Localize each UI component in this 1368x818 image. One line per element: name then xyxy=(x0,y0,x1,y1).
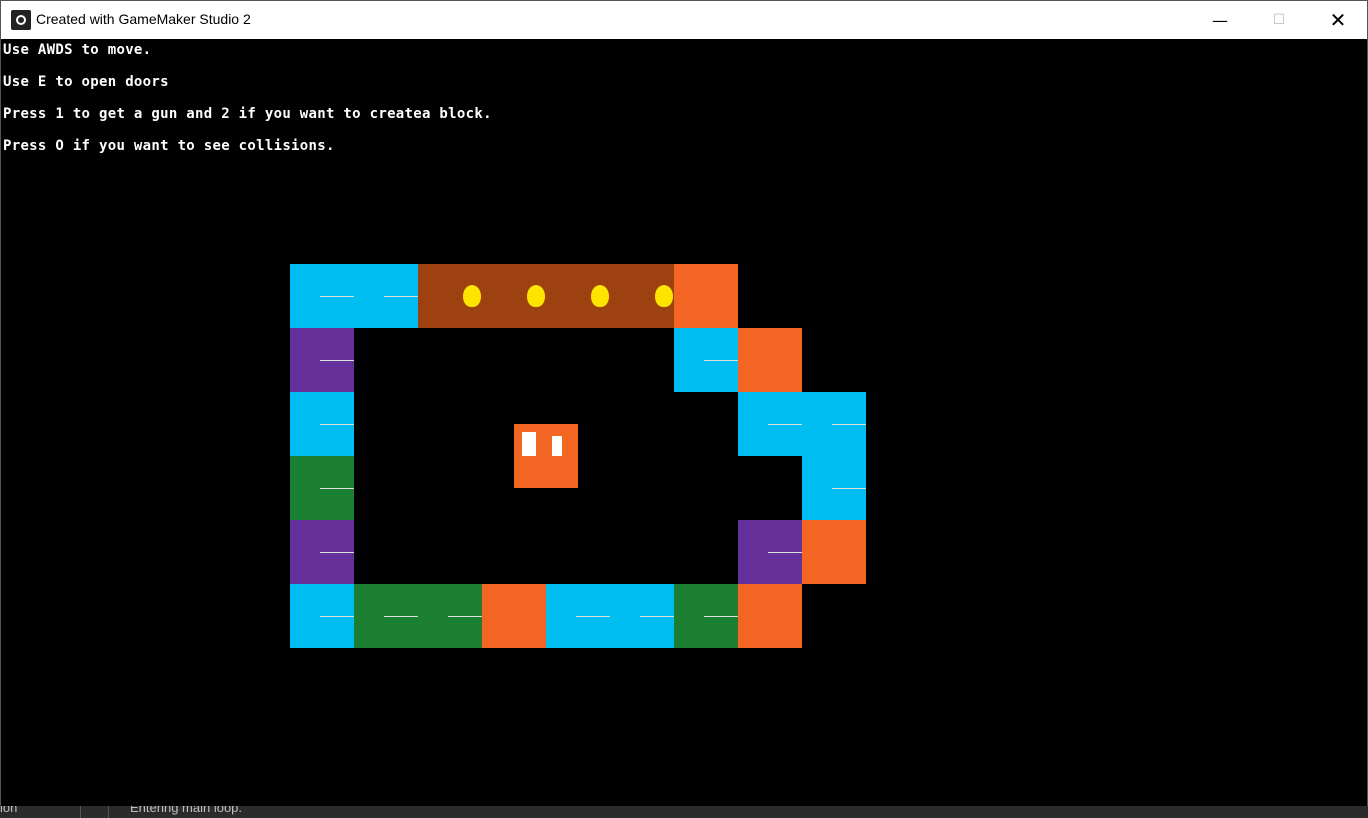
wall-tile-green xyxy=(290,456,354,520)
instruction-doors: Use E to open doors xyxy=(3,74,169,90)
player-character xyxy=(514,424,578,488)
wall-tile-orange xyxy=(802,520,866,584)
wall-tile-orange xyxy=(738,328,802,392)
lamp-icon xyxy=(527,285,545,307)
game-canvas[interactable]: Use AWDS to move. Use E to open doors Pr… xyxy=(1,39,1367,806)
player-right-eye xyxy=(552,436,562,456)
maximize-icon: ☐ xyxy=(1272,12,1286,28)
wall-tile-cyan xyxy=(354,264,418,328)
gamemaker-logo-icon xyxy=(11,10,31,30)
wall-tile-cyan xyxy=(802,456,866,520)
minimize-icon: — xyxy=(1212,10,1228,30)
wall-tile-purple xyxy=(290,328,354,392)
wall-tile-cyan xyxy=(290,584,354,648)
status-divider xyxy=(80,806,81,818)
game-window: Created with GameMaker Studio 2 — ☐ ✕ Us… xyxy=(0,0,1368,806)
lamp-icon xyxy=(655,285,673,307)
close-button[interactable]: ✕ xyxy=(1309,1,1367,39)
wall-tile-cyan xyxy=(738,392,802,456)
lamp-icon xyxy=(463,285,481,307)
wall-tile-cyan xyxy=(290,264,354,328)
status-divider xyxy=(108,806,109,818)
wall-tile-green xyxy=(354,584,418,648)
window-title: Created with GameMaker Studio 2 xyxy=(36,11,251,27)
wall-tile-green xyxy=(674,584,738,648)
instruction-move: Use AWDS to move. xyxy=(3,42,152,58)
close-icon: ✕ xyxy=(1329,8,1347,32)
wall-tile-cyan xyxy=(674,328,738,392)
wall-tile-orange xyxy=(738,584,802,648)
wall-tile-orange xyxy=(674,264,738,328)
wall-tile-cyan xyxy=(546,584,610,648)
lamp-icon xyxy=(591,285,609,307)
minimize-button[interactable]: — xyxy=(1191,1,1249,39)
wall-tile-purple xyxy=(290,520,354,584)
wall-tile-purple xyxy=(738,520,802,584)
instruction-collisions: Press O if you want to see collisions. xyxy=(3,138,335,154)
wall-tile-cyan xyxy=(290,392,354,456)
wall-tile-green xyxy=(418,584,482,648)
output-log-text: Entering main loop. xyxy=(130,806,243,815)
title-bar[interactable]: Created with GameMaker Studio 2 — ☐ ✕ xyxy=(1,1,1367,39)
wall-tile-cyan xyxy=(802,392,866,456)
status-bar: ión Entering main loop. xyxy=(0,806,1368,818)
status-left-text: ión xyxy=(0,806,18,815)
wall-tile-cyan xyxy=(610,584,674,648)
wall-tile-orange xyxy=(482,584,546,648)
instruction-gun-block: Press 1 to get a gun and 2 if you want t… xyxy=(3,106,492,122)
maximize-button[interactable]: ☐ xyxy=(1250,1,1308,39)
player-left-eye xyxy=(522,432,536,456)
